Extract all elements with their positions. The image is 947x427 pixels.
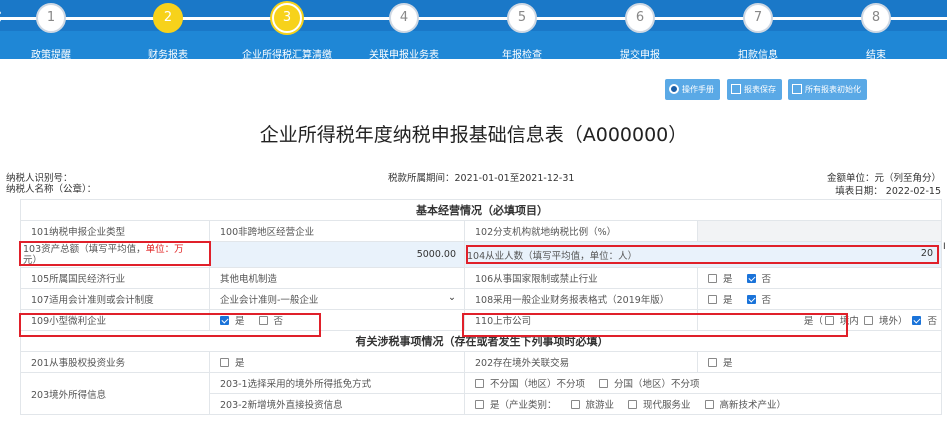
table-row: 203境外所得信息 203-1选择采用的境外所得抵免方式 不分国（地区）不分项 分… [20,372,942,415]
row-102-label: 102分支机构就地纳税比例（%） [464,220,698,242]
chevron-down-icon[interactable]: ⌄ [448,292,456,303]
row-201-options: 是 [209,351,465,373]
row-203-1-label: 203-1选择采用的境外所得抵免方式 [209,372,465,394]
taxpayer-name-label: 纳税人名称（公章）： [6,184,97,195]
step-2-circle[interactable]: 2 [153,3,183,33]
row-108-label: 108采用一般企业财务报表格式（2019年版） [464,288,698,310]
modern-service-checkbox[interactable] [628,400,638,409]
save-button[interactable]: 报表保存 [727,79,782,100]
init-all-button[interactable]: 所有报表初始化 [788,79,867,100]
listed-no-checkbox[interactable] [912,316,922,325]
step-1-label[interactable]: 政策提醒 [0,46,111,61]
step-3-circle[interactable]: 3 [272,3,302,33]
row-203-2-options: 是（产业类别： 旅游业 现代服务业 高新技术产业） [464,393,942,415]
step-8-circle[interactable]: 8 [861,3,891,33]
table-row: 101纳税申报企业类型 100非跨地区经营企业 102分支机构就地纳税比例（%） [20,220,942,242]
yes-label: 是 [723,295,733,306]
table-row: 105所属国民经济行业 其他电机制造 106从事国家限制或禁止行业 是否 [20,267,942,289]
highlight-box [19,313,321,337]
row-105-label: 105所属国民经济行业 [20,267,210,289]
step-1-circle[interactable]: 1 [36,3,66,33]
row-108-options: 是否 [697,288,942,310]
step-4-circle[interactable]: 4 [389,3,419,33]
form-title: 企业所得税年度纳税申报基础信息表（A000000） [259,124,688,146]
no-label: 否 [761,274,772,285]
row-202-yes-checkbox[interactable] [708,358,717,367]
yes-label: 是 [723,358,733,369]
row-108-yes-checkbox[interactable] [708,295,717,304]
no-label: 否 [761,295,772,306]
step-6-circle[interactable]: 6 [625,3,655,33]
step-6-label[interactable]: 提交申报 [580,46,700,61]
basic-info-table: 基本经营情况（必填项目） 101纳税申报企业类型 100非跨地区经营企业 102… [20,199,942,415]
opt2-label: 分国（地区）不分项 [614,379,700,390]
step-5-circle[interactable]: 5 [507,3,537,33]
high-tech-checkbox[interactable] [704,400,714,409]
step-5-label[interactable]: 年报检查 [462,46,582,61]
row-201-yes-checkbox[interactable] [220,358,229,367]
row-203-label: 203境外所得信息 [20,372,210,415]
section-basic-header: 基本经营情况（必填项目） [20,199,942,221]
step-8-label[interactable]: 结束 [816,46,936,61]
row-106-no-checkbox[interactable] [746,274,756,283]
help-icon [669,84,679,94]
no-label: 否 [927,316,937,327]
accounting-standard-select[interactable]: 企业会计准则-一般企业 ⌄ [209,288,465,310]
progress-stepper [0,0,947,31]
step-7-circle[interactable]: 7 [743,3,773,33]
step-4-label[interactable]: 关联申报业务表 [344,46,464,61]
opt1-label: 不分国（地区）不分项 [490,379,586,390]
init-all-label: 所有报表初始化 [805,85,861,94]
step-7-label[interactable]: 扣款信息 [698,46,818,61]
high-tech-label: 高新技术产业） [719,400,787,411]
document-icon [731,84,741,94]
new-investment-yes-checkbox[interactable] [475,400,484,409]
highlight-box [19,241,211,266]
manual-label: 操作手册 [682,85,714,94]
save-label: 报表保存 [744,85,776,94]
amount-unit: 金额单位：元（列至角分） [826,173,941,184]
table-row: 201从事股权投资业务 是 202存在境外关联交易 是 [20,351,942,373]
tax-period: 税款所属期间：2021-01-01至2021-12-31 [388,173,575,184]
stepper-track [0,17,947,20]
yes-label: 是 [723,274,733,285]
overseas-label: 境外） [878,316,908,327]
tourism-checkbox[interactable] [570,400,580,409]
row-108-no-checkbox[interactable] [746,295,756,304]
yes-label: 是 [235,358,245,369]
by-country-no-item-checkbox[interactable] [599,379,609,388]
row-106-yes-checkbox[interactable] [708,274,717,283]
row-102-value [697,220,942,242]
tourism-label: 旅游业 [585,400,615,411]
row-202-options: 是 [697,351,942,373]
row-101-label: 101纳税申报企业类型 [20,220,210,242]
table-row: 107适用会计准则或会计制度 企业会计准则-一般企业 ⌄ 108采用一般企业财务报… [20,288,942,310]
row-203-1-options: 不分国（地区）不分项 分国（地区）不分项 [464,372,942,394]
modern-service-label: 现代服务业 [643,400,691,411]
highlight-box [462,313,848,337]
row-201-label: 201从事股权投资业务 [20,351,210,373]
row-202-label: 202存在境外关联交易 [464,351,698,373]
accounting-standard-value: 企业会计准则-一般企业 [220,295,319,306]
document-icon [792,84,802,94]
manual-button[interactable]: 操作手册 [665,79,720,100]
row-106-options: 是否 [697,267,942,289]
row-106-label: 106从事国家限制或禁止行业 [464,267,698,289]
fill-date: 填表日期： 2022-02-15 [835,186,941,197]
no-country-no-item-checkbox[interactable] [475,379,484,388]
listed-overseas-checkbox[interactable] [863,316,873,325]
row-101-value[interactable]: 100非跨地区经营企业 [209,220,465,242]
highlight-box [466,245,939,264]
row-107-label: 107适用会计准则或会计制度 [20,288,210,310]
row-105-value[interactable]: 其他电机制造 [209,267,465,289]
row-203-2-label: 203-2新增境外直接投资信息 [209,393,465,415]
step-3-label[interactable]: 企业所得税汇算清缴 [227,46,347,61]
industry-prefix: 是（产业类别： [490,400,557,411]
step-2-label[interactable]: 财务报表 [108,46,228,61]
total-assets-input[interactable]: 5000.00 [209,241,465,268]
edge-mark: I [943,242,946,252]
